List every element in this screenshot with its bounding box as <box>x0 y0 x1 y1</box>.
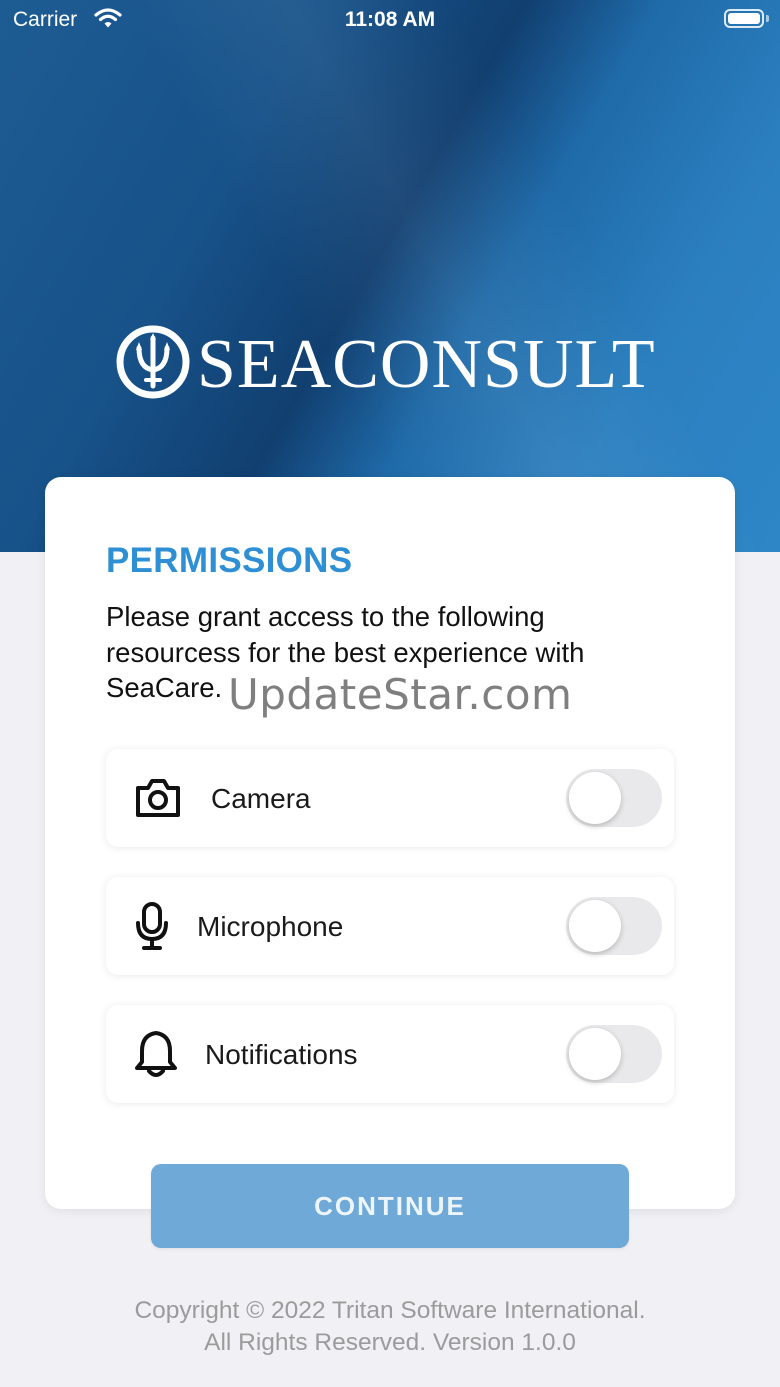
hero-sheen <box>0 0 780 552</box>
continue-button[interactable]: CONTINUE <box>151 1164 629 1248</box>
copyright-line-2: All Rights Reserved. Version 1.0.0 <box>204 1329 576 1356</box>
permission-row-microphone[interactable]: Microphone <box>106 877 674 975</box>
toggle-knob <box>569 900 621 952</box>
permissions-title: PERMISSIONS <box>106 541 353 580</box>
battery-icon <box>724 9 764 28</box>
camera-label: Camera <box>211 783 311 814</box>
clock: 11:08 AM <box>344 8 436 31</box>
header-hero: Carrier 11:08 AM SEACONSULT <box>0 0 780 552</box>
trident-icon <box>115 324 191 405</box>
toggle-knob <box>569 772 621 824</box>
camera-icon <box>134 776 182 825</box>
permission-row-camera[interactable]: Camera <box>106 749 674 847</box>
bell-icon <box>134 1029 178 1084</box>
brand-logo: SEACONSULT <box>115 322 675 405</box>
notifications-toggle[interactable] <box>566 1025 662 1083</box>
microphone-label: Microphone <box>197 911 344 942</box>
watermark-text: UpdateStar.com <box>228 670 573 719</box>
status-bar: Carrier 11:08 AM <box>0 0 780 40</box>
toggle-knob <box>569 1028 621 1080</box>
notifications-label: Notifications <box>205 1039 358 1070</box>
battery-tip <box>766 15 769 22</box>
copyright-footer: Copyright © 2022 Tritan Software Interna… <box>0 1295 780 1359</box>
copyright-line-1: Copyright © 2022 Tritan Software Interna… <box>134 1297 646 1324</box>
camera-toggle[interactable] <box>566 769 662 827</box>
microphone-icon <box>134 901 170 956</box>
microphone-toggle[interactable] <box>566 897 662 955</box>
permission-row-notifications[interactable]: Notifications <box>106 1005 674 1103</box>
brand-name: SEACONSULT <box>197 326 656 403</box>
